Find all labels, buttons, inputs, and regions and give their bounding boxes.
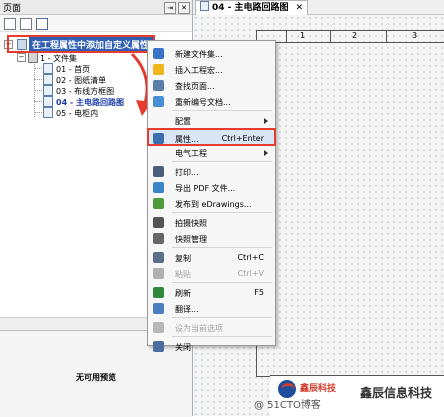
group-expander[interactable]: − — [17, 53, 26, 62]
ruler-number-2: 2 — [352, 31, 358, 40]
preview-text: 无可用预览 — [76, 373, 116, 382]
menu-separator — [172, 161, 272, 162]
menu-item-6[interactable]: 电气工程 — [149, 144, 274, 162]
properties-icon — [153, 133, 164, 144]
watermark: @ 51CTO博客 — [254, 400, 321, 411]
menu-item-shortcut: Ctrl+Enter — [221, 134, 264, 143]
menu-item-16: 设为当前选项 — [149, 319, 274, 337]
menu-separator — [172, 336, 272, 337]
pdf-icon — [153, 182, 164, 193]
menu-item-label: 刷新 — [175, 289, 191, 298]
pages-panel-title: 页面 — [3, 4, 22, 14]
menu-item-15[interactable]: 翻译... — [149, 300, 274, 318]
menu-separator — [172, 282, 272, 283]
menu-item-11[interactable]: 快照管理 — [149, 230, 274, 248]
print-icon — [153, 166, 164, 177]
refresh-icon — [153, 287, 164, 298]
menu-item-label: 重新编号文档... — [175, 98, 231, 107]
edrawings-icon — [153, 198, 164, 209]
menu-item-3[interactable]: 重新编号文档... — [149, 93, 274, 111]
page-node-01[interactable]: 01 - 首页 — [56, 64, 90, 75]
copy-icon — [153, 252, 164, 263]
copy-page-icon[interactable] — [20, 18, 32, 30]
menu-item-label: 粘贴 — [175, 270, 191, 279]
pin-button[interactable]: ⇥ — [164, 2, 176, 14]
ruler-number-3: 3 — [412, 31, 418, 40]
ruler-tick — [386, 30, 387, 42]
menu-separator — [172, 247, 272, 248]
page-icon — [43, 85, 53, 96]
menu-item-label: 新建文件集... — [175, 50, 223, 59]
menu-item-17[interactable]: 关闭 — [149, 338, 274, 356]
menu-item-label: 插入工程宏... — [175, 66, 223, 75]
translate-icon — [153, 303, 164, 314]
menu-item-shortcut: Ctrl+C — [237, 253, 264, 262]
document-tab-icon — [200, 1, 209, 11]
camera-icon — [153, 217, 164, 228]
logo-text: 鑫辰科技 — [300, 384, 337, 394]
menu-separator — [172, 317, 272, 318]
pages-toolbar — [0, 15, 192, 32]
folder-icon — [153, 48, 164, 59]
star-icon — [153, 64, 164, 75]
ruler-tick — [330, 30, 331, 42]
tree-line — [34, 68, 42, 69]
menu-item-label: 发布到 eDrawings... — [175, 200, 252, 209]
context-menu: 新建文件集... 插入工程宏... 查找页面... 重新编号文档... 配置 属性... C… — [147, 40, 276, 352]
find-icon — [153, 80, 164, 91]
menu-item-label: 电气工程 — [175, 149, 207, 158]
close-panel-button[interactable]: ✕ — [178, 2, 190, 14]
menu-item-label: 配置 — [175, 117, 191, 126]
ruler-tick — [286, 30, 287, 42]
page-node-03[interactable]: 03 - 布线方框图 — [56, 86, 114, 97]
menu-item-label: 关闭 — [175, 343, 191, 352]
renumber-icon — [153, 96, 164, 107]
menu-item-shortcut: F5 — [254, 288, 264, 297]
tab-close-icon[interactable]: ✕ — [296, 3, 304, 13]
pages-panel-title-bar: 页面 ⇥ ✕ — [0, 0, 192, 15]
tree-line — [34, 61, 35, 117]
menu-item-label: 复制 — [175, 254, 191, 263]
menu-item-13: 粘贴 Ctrl+V — [149, 265, 274, 283]
sheet-frame — [256, 30, 444, 377]
page-node-02[interactable]: 02 - 图纸清单 — [56, 75, 106, 86]
submenu-arrow-icon — [264, 150, 268, 156]
menu-item-label: 设为当前选项 — [175, 324, 223, 333]
menu-item-shortcut: Ctrl+V — [237, 269, 264, 278]
page-icon — [43, 74, 53, 85]
page-node-04-current[interactable]: 04 - 主电路回路图 — [56, 97, 124, 108]
tree-line — [34, 101, 42, 102]
submenu-arrow-icon — [264, 118, 268, 124]
menu-item-label: 打印... — [175, 168, 199, 177]
page-icon — [43, 63, 53, 74]
folder-icon — [28, 52, 38, 63]
snapshot-icon — [153, 233, 164, 244]
menu-separator — [172, 110, 272, 111]
menu-item-label: 拍摄快照 — [175, 219, 207, 228]
tree-line — [34, 90, 42, 91]
new-page-icon[interactable] — [4, 18, 16, 30]
menu-item-label: 导出 PDF 文件... — [175, 184, 236, 193]
page-icon — [43, 96, 53, 107]
ruler-number-1: 1 — [300, 31, 306, 40]
sheet-column-ruler: 1 2 3 — [256, 30, 444, 43]
tree-line — [34, 112, 42, 113]
properties-page-icon[interactable] — [36, 18, 48, 30]
menu-item-label: 翻译... — [175, 305, 199, 314]
tree-line — [34, 79, 42, 80]
menu-item-9[interactable]: 发布到 eDrawings... — [149, 195, 274, 213]
close-doc-icon — [153, 341, 164, 352]
document-tab[interactable]: 04 - 主电路回路图 ✕ — [195, 0, 309, 15]
page-icon — [43, 107, 53, 118]
set-current-icon — [153, 322, 164, 333]
menu-item-label: 查找页面... — [175, 82, 215, 91]
document-tab-title: 04 - 主电路回路图 — [212, 3, 289, 13]
document-tab-bar: 04 - 主电路回路图 ✕ — [193, 0, 444, 15]
menu-item-label: 快照管理 — [175, 235, 207, 244]
paste-icon — [153, 268, 164, 279]
page-node-05[interactable]: 05 - 电柜内 — [56, 108, 98, 119]
logo-swoosh — [281, 383, 295, 396]
company-name: 鑫辰信息科技 — [360, 386, 433, 400]
menu-separator — [172, 212, 272, 213]
